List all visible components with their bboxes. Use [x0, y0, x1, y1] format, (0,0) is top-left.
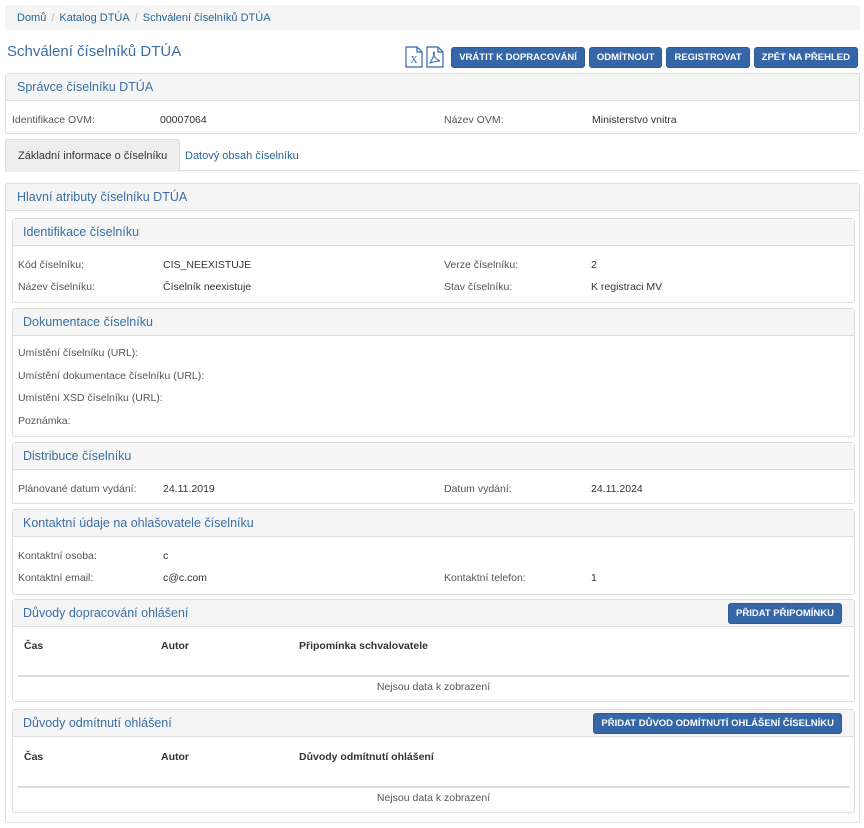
column-time: Čas: [24, 640, 44, 652]
column-rejection-reasons: Důvody odmítnutí ohlášení: [299, 751, 434, 763]
column-time: Čas: [24, 751, 44, 763]
admin-panel: Správce číselníku DTÚA Identifikace OVM:…: [5, 73, 860, 134]
url-label: Umístění číselníku (URL):: [18, 347, 139, 359]
excel-icon[interactable]: X: [405, 46, 423, 68]
return-to-rework-button[interactable]: VRÁTIT K DOPRACOVÁNÍ: [451, 46, 585, 68]
main-attributes-panel: Hlavní atributy číselníku DTÚA Identifik…: [5, 183, 860, 823]
state-value: K registraci MV: [591, 281, 663, 293]
ovm-name-label: Název OVM:: [444, 114, 504, 126]
distribution-panel: Distribuce číselníku Plánované datum vyd…: [12, 442, 855, 504]
back-to-overview-button[interactable]: ZPĚT NA PŘEHLED: [753, 46, 858, 68]
tab-data-content[interactable]: Datový obsah číselníku: [173, 139, 311, 172]
breadcrumb: Domů / Katalog DTÚA / Schválení číselník…: [5, 5, 860, 30]
rework-reasons-panel: Důvody dopracování ohlášení PŘIDAT PŘIPO…: [12, 599, 855, 702]
contact-phone-value: 1: [591, 572, 597, 584]
empty-table-message: Nejsou data k zobrazení: [376, 792, 491, 804]
identification-title: Identifikace číselníku: [13, 219, 854, 246]
add-comment-button[interactable]: PŘIDAT PŘIPOMÍNKU: [728, 603, 842, 624]
register-button[interactable]: REGISTROVAT: [666, 46, 750, 68]
page-title: Schválení číselníků DTÚA: [7, 43, 182, 60]
pdf-icon[interactable]: [426, 46, 444, 68]
tab-bar: Základní informace o číselníku Datový ob…: [5, 139, 860, 172]
planned-date-label: Plánované datum vydání:: [18, 483, 137, 495]
svg-text:X: X: [411, 55, 419, 66]
release-date-label: Datum vydání:: [444, 483, 512, 495]
ovm-id-label: Identifikace OVM:: [12, 114, 95, 126]
contact-email-value: c@c.com: [163, 572, 207, 584]
table-divider: [18, 675, 849, 677]
ovm-id-value: 00007064: [160, 114, 207, 126]
admin-panel-title: Správce číselníku DTÚA: [6, 74, 859, 101]
ovm-name-value: Ministerstvo vnitra: [592, 114, 677, 126]
version-value: 2: [591, 259, 597, 271]
empty-table-message: Nejsou data k zobrazení: [376, 681, 491, 693]
rejection-reasons-panel: Důvody odmítnutí ohlášení PŘIDAT DŮVOD O…: [12, 709, 855, 813]
name-label: Název číselníku:: [18, 281, 96, 293]
code-value: CIS_NEEXISTUJE: [163, 259, 252, 271]
documentation-title: Dokumentace číselníku: [13, 309, 854, 336]
documentation-panel: Dokumentace číselníku Umístění číselníku…: [12, 308, 855, 437]
column-author: Autor: [161, 751, 189, 763]
toolbar: X VRÁTIT K DOPRACOVÁNÍ ODMÍTNOUT REGISTR…: [405, 46, 858, 68]
breadcrumb-home[interactable]: Domů: [17, 12, 46, 24]
contact-phone-label: Kontaktní telefon:: [444, 572, 526, 584]
contact-person-label: Kontaktní osoba:: [18, 550, 97, 562]
xsd-url-label: Umístění XSD číselníku (URL):: [18, 392, 163, 404]
breadcrumb-current[interactable]: Schválení číselníků DTÚA: [143, 12, 271, 24]
contact-email-label: Kontaktní email:: [18, 572, 94, 584]
add-rejection-reason-button[interactable]: PŘIDAT DŮVOD ODMÍTNUTÍ OHLÁŠENÍ ČÍSELNÍK…: [593, 713, 842, 734]
planned-date-value: 24.11.2019: [163, 483, 215, 495]
table-divider: [18, 786, 849, 788]
release-date-value: 24.11.2024: [591, 483, 643, 495]
contact-title: Kontaktní údaje na ohlašovatele číselník…: [13, 510, 854, 537]
distribution-title: Distribuce číselníku: [13, 443, 854, 470]
reject-button[interactable]: ODMÍTNOUT: [588, 46, 663, 68]
breadcrumb-separator: /: [51, 11, 55, 24]
code-label: Kód číselníku:: [18, 259, 84, 271]
contact-person-value: c: [163, 550, 169, 562]
doc-url-label: Umístění dokumentace číselníku (URL):: [18, 370, 205, 382]
column-author: Autor: [161, 640, 189, 652]
column-comment: Připomínka schvalovatele: [299, 640, 428, 652]
identification-panel: Identifikace číselníku Kód číselníku: CI…: [12, 218, 855, 303]
contact-panel: Kontaktní údaje na ohlašovatele číselník…: [12, 509, 855, 595]
state-label: Stav číselníku:: [444, 281, 513, 293]
breadcrumb-separator: /: [134, 11, 138, 24]
version-label: Verze číselníku:: [444, 259, 519, 271]
note-label: Poznámka:: [18, 415, 71, 427]
breadcrumb-catalog[interactable]: Katalog DTÚA: [59, 12, 129, 24]
main-attributes-title: Hlavní atributy číselníku DTÚA: [6, 184, 859, 211]
name-value: Číselník neexistuje: [163, 281, 252, 293]
tab-basic-info[interactable]: Základní informace o číselníku: [5, 139, 181, 172]
